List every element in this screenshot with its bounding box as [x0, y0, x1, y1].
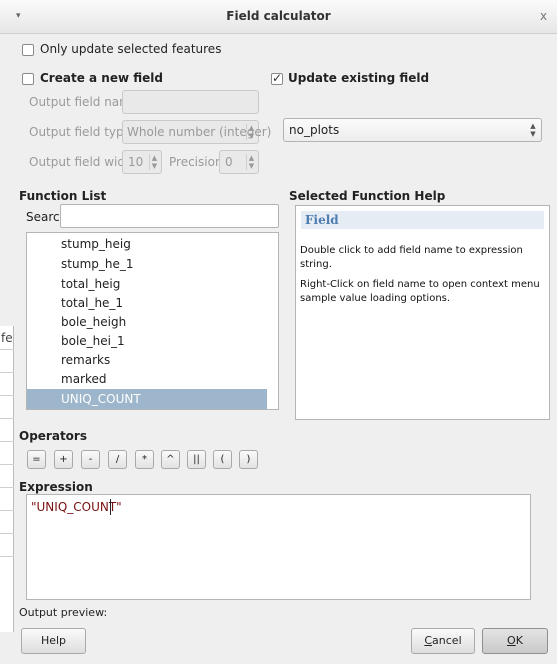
precision-spinbox[interactable]: 0 ▲ ▼	[219, 150, 259, 174]
output-field-type-select[interactable]: Whole number (integer) ▲ ▼	[122, 120, 271, 144]
list-item-uniq-count[interactable]: UNIQ_COUNT	[27, 389, 267, 409]
function-list[interactable]: stump_heig stump_he_1 total_heig total_h…	[26, 232, 279, 410]
background-row-divider	[0, 372, 14, 373]
operator-plus-button[interactable]: +	[54, 450, 73, 469]
list-item-marked[interactable]: marked	[61, 369, 107, 389]
background-row-divider	[0, 487, 14, 488]
background-row-divider	[0, 441, 14, 442]
output-preview-label: Output preview:	[19, 606, 108, 619]
background-row-divider	[0, 464, 14, 465]
function-help-line1: Double click to add field name to expres…	[300, 245, 523, 270]
existing-field-select[interactable]: no_plots ▲ ▼	[283, 118, 542, 142]
ok-button[interactable]: OK	[482, 628, 548, 654]
background-row-divider	[0, 418, 14, 419]
operator-divide-button[interactable]: /	[108, 450, 127, 469]
background-row-divider	[0, 510, 14, 511]
output-field-type-label: Output field type	[29, 125, 132, 139]
background-row-divider	[0, 533, 14, 534]
background-row-divider	[0, 556, 14, 557]
list-item-stump-heig[interactable]: stump_heig	[61, 234, 131, 254]
only-selected-label: Only update selected features	[40, 42, 222, 56]
expression-text: "UNIQ_COUNT"	[31, 500, 122, 514]
spinner-arrows-icon: ▲ ▼	[149, 154, 159, 170]
updown-arrows-icon: ▲ ▼	[530, 122, 536, 138]
operator-open-paren-button[interactable]: (	[213, 450, 232, 469]
background-row-divider	[0, 349, 14, 350]
updown-arrows-icon: ▲ ▼	[246, 124, 256, 140]
list-item-total-heig[interactable]: total_heig	[61, 274, 120, 294]
only-selected-checkbox[interactable]	[22, 44, 34, 56]
operator-multiply-button[interactable]: *	[135, 450, 154, 469]
operator-equals-button[interactable]: =	[27, 450, 46, 469]
list-item-bole-hei-1[interactable]: bole_hei_1	[61, 331, 125, 351]
list-item-remarks[interactable]: remarks	[61, 350, 110, 370]
function-list-heading: Function List	[19, 189, 107, 203]
function-help-panel	[295, 205, 550, 420]
create-new-field-label: Create a new field	[40, 71, 163, 85]
background-row-divider	[0, 395, 14, 396]
cancel-button-label-rest: ancel	[432, 634, 462, 647]
function-help-line2b: sample value loading options.	[300, 293, 451, 304]
cancel-button[interactable]: Cancel	[411, 628, 475, 654]
function-help-heading: Selected Function Help	[289, 189, 446, 203]
update-existing-field-checkbox[interactable]	[271, 71, 283, 85]
create-new-field-checkbox[interactable]	[22, 73, 34, 85]
function-help-line2a: Right-Click on field name to open contex…	[300, 279, 540, 290]
precision-label: Precision	[169, 155, 223, 169]
update-existing-field-label: Update existing field	[288, 71, 430, 85]
search-input[interactable]	[60, 204, 279, 228]
list-item-stump-he-1[interactable]: stump_he_1	[61, 254, 134, 274]
operators-heading: Operators	[19, 429, 87, 443]
ok-button-label-rest: K	[515, 634, 523, 647]
background-window-label: fe	[1, 331, 13, 345]
expression-heading: Expression	[19, 480, 93, 494]
function-help-title: Field	[301, 211, 544, 229]
help-button[interactable]: Help	[21, 628, 86, 654]
operator-concat-button[interactable]: ||	[187, 450, 206, 469]
list-item-bole-heigh[interactable]: bole_heigh	[61, 312, 126, 332]
operator-close-paren-button[interactable]: )	[239, 450, 258, 469]
window-title: Field calculator	[226, 9, 331, 23]
output-field-name-input[interactable]	[122, 90, 259, 114]
operator-power-button[interactable]: ^	[161, 450, 180, 469]
list-item-total-he-1[interactable]: total_he_1	[61, 293, 123, 313]
spinner-arrows-icon: ▲ ▼	[246, 154, 256, 170]
text-caret	[110, 499, 111, 515]
operator-minus-button[interactable]: -	[81, 450, 100, 469]
output-field-width-spinbox[interactable]: 10 ▲ ▼	[122, 150, 162, 174]
close-icon[interactable]: x	[540, 9, 547, 23]
